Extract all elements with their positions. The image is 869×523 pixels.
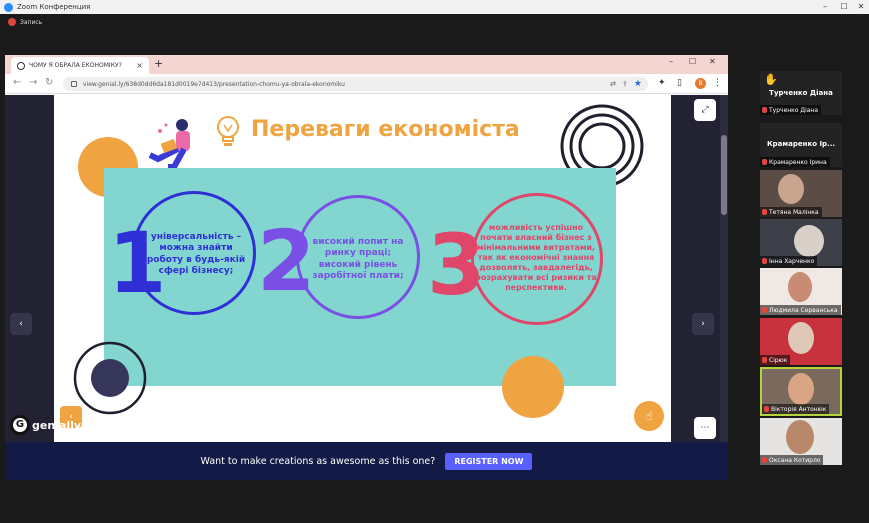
participant-label: Крамаренко Ірина: [760, 157, 830, 167]
mic-muted-icon: [762, 258, 767, 264]
participant-card-turchenko[interactable]: ✋ Турченко Діана Турченко Діана: [760, 71, 842, 115]
video-tile-6[interactable]: Оксана Котирло: [760, 418, 842, 465]
mic-muted-icon: [762, 209, 767, 215]
mic-muted-icon: [762, 357, 767, 363]
slide-title: Переваги економіста: [251, 117, 520, 142]
more-options-icon[interactable]: ⋯: [694, 417, 716, 439]
lock-icon: [71, 81, 77, 87]
scrollbar-thumb[interactable]: [721, 135, 727, 215]
participant-label: Людмила Серванська: [760, 305, 841, 315]
browser-menu-icon[interactable]: ⋮: [713, 78, 722, 88]
video-tile-2[interactable]: Інна Харченко: [760, 219, 842, 266]
new-tab-button[interactable]: +: [154, 57, 163, 70]
shared-screen-browser: ЧОМУ Я ОБРАЛА ЕКОНОМІКУ? × + – ☐ ✕ ← → ↻…: [5, 55, 728, 480]
participant-label: Оксана Котирло: [760, 455, 824, 465]
back-icon[interactable]: ←: [13, 77, 21, 88]
zoom-window: Zoom Конференция – ☐ ✕ Запись ЧОМУ Я ОБР…: [0, 0, 869, 523]
participant-video: [794, 225, 824, 257]
browser-tab-bar: ЧОМУ Я ОБРАЛА ЕКОНОМІКУ? × + – ☐ ✕: [5, 55, 728, 74]
translate-icon[interactable]: ⇄: [610, 80, 616, 88]
close-icon[interactable]: ✕: [851, 0, 869, 14]
participant-video: [788, 373, 814, 405]
participant-name: Людмила Серванська: [769, 306, 838, 314]
item-text-1: універсальність – можна знайти роботу в …: [146, 232, 246, 276]
browser-minimize-icon[interactable]: –: [669, 57, 673, 66]
forward-icon[interactable]: →: [29, 77, 37, 88]
mic-muted-icon: [762, 307, 767, 313]
decor-ring-dot: [73, 341, 147, 415]
participant-card-kramarenko[interactable]: Крамаренко Ір... Крамаренко Ірина: [760, 123, 842, 167]
mic-muted-icon: [762, 159, 767, 165]
prev-slide-button[interactable]: ‹: [10, 313, 32, 335]
decor-circle-orange-bottom: [502, 356, 564, 418]
bookmark-star-icon[interactable]: ★: [634, 79, 642, 89]
participant-name: Тетяна Малінка: [769, 208, 819, 216]
recording-indicator[interactable]: Запись: [0, 14, 869, 30]
genially-logo-icon: G: [10, 415, 30, 435]
interactive-hand-button[interactable]: ☝: [634, 401, 664, 431]
lightbulb-icon: [217, 116, 239, 146]
zoom-app-icon: [4, 2, 13, 12]
extensions-icon[interactable]: ✦: [658, 78, 666, 88]
promo-text: Want to make creations as awesome as thi…: [200, 455, 436, 467]
genially-logo[interactable]: G genially: [10, 415, 81, 435]
mic-muted-icon: [764, 406, 769, 412]
browser-tab[interactable]: ЧОМУ Я ОБРАЛА ЕКОНОМІКУ? ×: [11, 57, 149, 74]
browser-maximize-icon[interactable]: ☐: [689, 57, 696, 66]
register-now-button[interactable]: REGISTER NOW: [445, 452, 533, 470]
participant-card-name: Турченко Діана: [769, 89, 833, 97]
participant-label: Тетяна Малінка: [760, 207, 822, 217]
promo-bar: Want to make creations as awesome as thi…: [5, 442, 728, 480]
video-tile-5-active[interactable]: Вікторія Антонюк: [760, 367, 842, 416]
viewer-scrollbar[interactable]: [720, 95, 728, 442]
sidepanel-icon[interactable]: ▯: [677, 78, 682, 88]
genially-logo-text: genially: [32, 418, 82, 432]
genially-viewer: Переваги економіста 1 універсальність – …: [5, 95, 728, 480]
genially-favicon-icon: [17, 61, 25, 70]
mic-muted-icon: [762, 457, 767, 463]
next-slide-button[interactable]: ›: [692, 313, 714, 335]
participant-label: Інна Харченко: [760, 256, 818, 266]
video-tile-1[interactable]: Тетяна Малінка: [760, 170, 842, 217]
zoom-titlebar: Zoom Конференция – ☐ ✕: [0, 0, 869, 14]
record-icon: [8, 18, 16, 26]
share-icon[interactable]: ⇪: [622, 80, 628, 88]
minimize-icon[interactable]: –: [815, 0, 835, 14]
fullscreen-icon[interactable]: ⤢: [694, 99, 716, 121]
participant-video: [778, 174, 804, 204]
participant-label: Турченко Діана: [760, 105, 822, 115]
reload-icon[interactable]: ↻: [45, 77, 53, 88]
video-tile-4[interactable]: Сірюк: [760, 318, 842, 365]
presentation-slide: Переваги економіста 1 універсальність – …: [54, 95, 671, 442]
recording-label: Запись: [20, 18, 43, 26]
participant-video: [788, 272, 812, 302]
participant-label: Вікторія Антонюк: [762, 404, 830, 414]
participant-name: Інна Харченко: [769, 257, 815, 265]
participant-video: [786, 420, 814, 454]
participant-name: Турченко Діана: [769, 106, 819, 114]
participant-name: Сірюк: [769, 356, 788, 364]
browser-toolbar: ← → ↻ view.genial.ly/638d0dd6da181d0019e…: [5, 74, 728, 94]
video-tile-3[interactable]: Людмила Серванська: [760, 268, 842, 315]
participant-card-name: Крамаренко Ір...: [766, 140, 836, 148]
participant-name: Вікторія Антонюк: [771, 405, 827, 413]
participant-video: [788, 322, 814, 354]
url-text: view.genial.ly/638d0dd6da181d0019e7d413/…: [83, 80, 345, 88]
tab-close-icon[interactable]: ×: [136, 61, 143, 70]
item-text-2: високий попит на ринку праці; високий рі…: [312, 237, 404, 281]
item-text-3: можливість успішно почати власний бізнес…: [475, 223, 597, 292]
participant-name: Оксана Котирло: [769, 456, 821, 464]
zoom-window-title: Zoom Конференция: [17, 3, 91, 11]
participant-label: Сірюк: [760, 355, 791, 365]
profile-avatar[interactable]: B: [695, 78, 706, 89]
tab-title: ЧОМУ Я ОБРАЛА ЕКОНОМІКУ?: [29, 62, 122, 69]
mic-muted-icon: [762, 107, 767, 113]
address-bar[interactable]: view.genial.ly/638d0dd6da181d0019e7d413/…: [63, 77, 648, 91]
participant-name: Крамаренко Ірина: [769, 158, 827, 166]
browser-close-icon[interactable]: ✕: [709, 57, 716, 66]
raised-hand-icon: ✋: [764, 73, 778, 86]
